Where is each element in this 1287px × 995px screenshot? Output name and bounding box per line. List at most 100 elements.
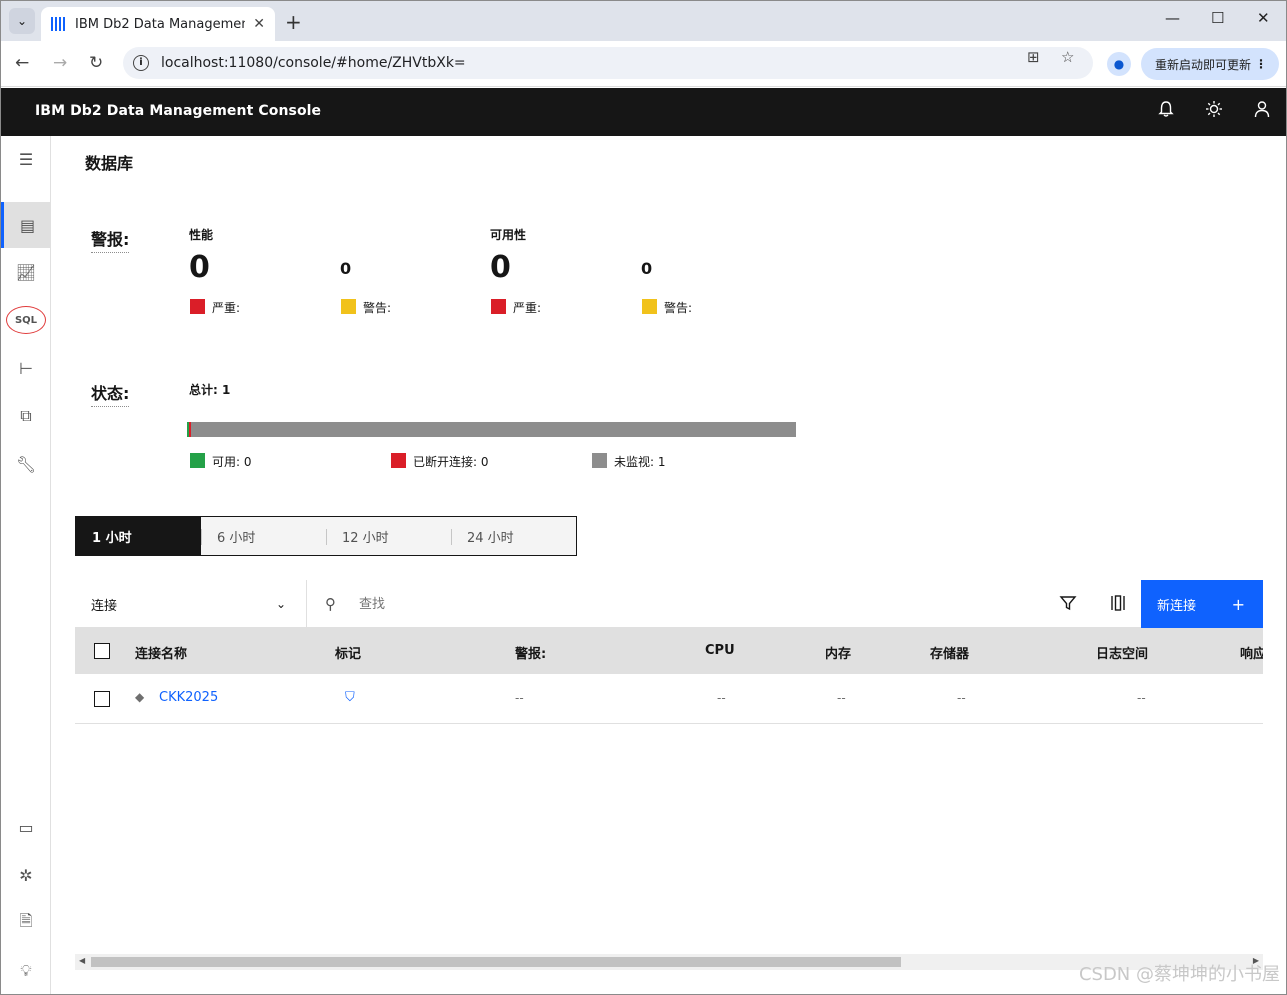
flow-icon: ⧉ <box>20 406 32 425</box>
update-label: 重新启动即可更新 <box>1155 57 1252 72</box>
browser-tab[interactable]: IBM Db2 Data Management ✕ <box>41 7 275 41</box>
site-info-icon[interactable]: i <box>133 55 149 71</box>
translate-icon[interactable]: ⊞ <box>1027 48 1040 66</box>
col-alerts[interactable]: 警报: <box>515 643 546 662</box>
minimize-icon[interactable]: — <box>1165 9 1180 27</box>
chevron-down-icon: ⌄ <box>275 597 286 611</box>
time-range-12h[interactable]: 12 小时 <box>326 517 451 555</box>
availability-warning-label: 警告: <box>664 301 693 315</box>
time-range-1h[interactable]: 1 小时 <box>76 517 201 555</box>
app-header: IBM Db2 Data Management Console <box>1 88 1286 136</box>
status-bar[interactable] <box>187 422 796 437</box>
page-title: 数据库 <box>85 154 134 173</box>
nav-administer[interactable]: 🔧︎ <box>1 441 51 487</box>
status-bar-unmonitored <box>191 422 796 437</box>
status-label[interactable]: 状态: <box>91 380 130 407</box>
search-input[interactable] <box>359 590 959 618</box>
col-response[interactable]: 响应 <box>1240 643 1263 662</box>
profile-avatar-icon[interactable]: ● <box>1107 52 1131 76</box>
performance-critical-label: 严重: <box>212 301 241 315</box>
more-vert-icon: ⋮ <box>1255 57 1267 71</box>
chevron-down-icon: ⌄ <box>16 14 28 28</box>
cell-storage: -- <box>957 691 966 705</box>
nav-console-log[interactable]: ▭ <box>1 804 51 850</box>
filter-icon[interactable] <box>1059 594 1077 616</box>
col-cpu[interactable]: CPU <box>705 643 735 658</box>
disconnected-swatch <box>391 453 406 468</box>
col-log-space[interactable]: 日志空间 <box>1096 643 1148 662</box>
new-tab-icon[interactable]: + <box>285 10 302 34</box>
column-settings-icon[interactable] <box>1109 594 1127 616</box>
row-checkbox[interactable] <box>94 691 110 707</box>
view-dropdown[interactable]: 连接 ⌄ <box>75 580 307 628</box>
scroll-left-icon[interactable]: ◀ <box>79 956 85 965</box>
nav-jobs[interactable]: ⧉ <box>1 393 51 439</box>
nav-explore[interactable]: ⊢ <box>1 345 51 391</box>
availability-warning-count[interactable]: 0 <box>641 259 652 278</box>
select-all-checkbox[interactable] <box>94 643 110 659</box>
plus-icon: + <box>1231 594 1245 614</box>
availability-critical-count[interactable]: 0 <box>490 250 511 285</box>
time-range-6h[interactable]: 6 小时 <box>201 517 326 555</box>
ibm-favicon-icon <box>51 17 67 31</box>
disconnected-label: 已断开连接: 0 <box>413 455 489 469</box>
connection-name-link[interactable]: CKK2025 <box>159 690 218 705</box>
col-tags[interactable]: 标记 <box>335 643 361 662</box>
notification-bell-icon[interactable] <box>1157 100 1175 123</box>
nav-documents[interactable]: 🗎︎ <box>1 900 51 946</box>
chart-line-icon: 📈︎ <box>15 262 37 282</box>
app-title: IBM Db2 Data Management Console <box>35 103 322 119</box>
nav-sql[interactable]: SQL <box>1 297 51 343</box>
tab-search-button[interactable]: ⌄ <box>9 8 35 34</box>
theme-sun-icon[interactable] <box>1205 100 1223 123</box>
table-toolbar: 连接 ⌄ ⚲ 新连接 + <box>75 580 1263 628</box>
unmonitored-label: 未监视: 1 <box>614 455 666 469</box>
warning-swatch <box>341 299 356 314</box>
col-connection-name[interactable]: 连接名称 <box>135 643 187 662</box>
status-total: 总计: 1 <box>189 383 231 397</box>
window-close-icon[interactable]: ✕ <box>1257 9 1270 27</box>
alerts-card: 警报: 性能 0 0 严重: 警告: 可用性 0 0 严重: 警告: <box>75 208 806 338</box>
alerts-label[interactable]: 警报: <box>91 226 130 253</box>
watermark: CSDN @蔡坤坤的小书屋 <box>1078 964 1280 985</box>
document-icon: 🗎︎ <box>19 910 33 930</box>
browser-tabbar: ⌄ IBM Db2 Data Management ✕ + — ☐ ✕ <box>1 1 1286 41</box>
maximize-icon[interactable]: ☐ <box>1211 9 1224 27</box>
cell-alerts: -- <box>515 691 524 705</box>
back-arrow-icon[interactable]: ← <box>15 53 29 73</box>
time-range-24h[interactable]: 24 小时 <box>451 517 576 555</box>
lightbulb-icon: 💡︎ <box>20 961 32 980</box>
reload-icon[interactable]: ↻ <box>89 53 103 73</box>
nav-tips[interactable]: 💡︎ <box>1 948 51 994</box>
performance-critical-count[interactable]: 0 <box>189 250 210 285</box>
table-row[interactable]: ◆ CKK2025 ⛉ -- -- -- -- -- <box>75 674 1263 724</box>
nav-connections[interactable]: ✲ <box>1 852 51 898</box>
unknown-status-icon: ◆ <box>135 690 145 704</box>
close-icon[interactable]: ✕ <box>253 16 265 32</box>
tag-icon[interactable]: ⛉ <box>345 690 355 705</box>
new-connection-button[interactable]: 新连接 + <box>1141 580 1263 628</box>
forward-arrow-icon[interactable]: → <box>53 53 67 73</box>
cell-cpu: -- <box>717 691 726 705</box>
bookmark-star-icon[interactable]: ☆ <box>1061 48 1074 66</box>
update-button[interactable]: 重新启动即可更新 ⋮ <box>1141 48 1279 80</box>
cell-memory: -- <box>837 691 846 705</box>
col-memory[interactable]: 内存 <box>825 643 851 662</box>
sql-icon: SQL <box>6 306 46 334</box>
url-text: localhost:11080/console/#home/ZHVtbXk= <box>161 55 466 71</box>
terminal-icon: ▭ <box>18 817 34 837</box>
address-bar[interactable]: i localhost:11080/console/#home/ZHVtbXk= <box>123 47 1093 79</box>
tree-structure-icon: ⊢ <box>19 358 33 378</box>
nav-databases[interactable]: ▤ <box>1 202 51 248</box>
nav-monitor[interactable]: 📈︎ <box>1 249 51 295</box>
scrollbar-thumb[interactable] <box>91 957 901 967</box>
view-dropdown-label: 连接 <box>91 598 118 614</box>
user-profile-icon[interactable] <box>1253 100 1271 123</box>
menu-hamburger-icon[interactable]: ☰ <box>1 136 51 182</box>
unmonitored-swatch <box>592 453 607 468</box>
col-storage[interactable]: 存储器 <box>930 643 969 662</box>
tab-title: IBM Db2 Data Management <box>75 16 245 32</box>
performance-warning-count[interactable]: 0 <box>340 259 351 278</box>
availability-heading: 可用性 <box>490 228 527 242</box>
availability-critical-label: 严重: <box>513 301 542 315</box>
